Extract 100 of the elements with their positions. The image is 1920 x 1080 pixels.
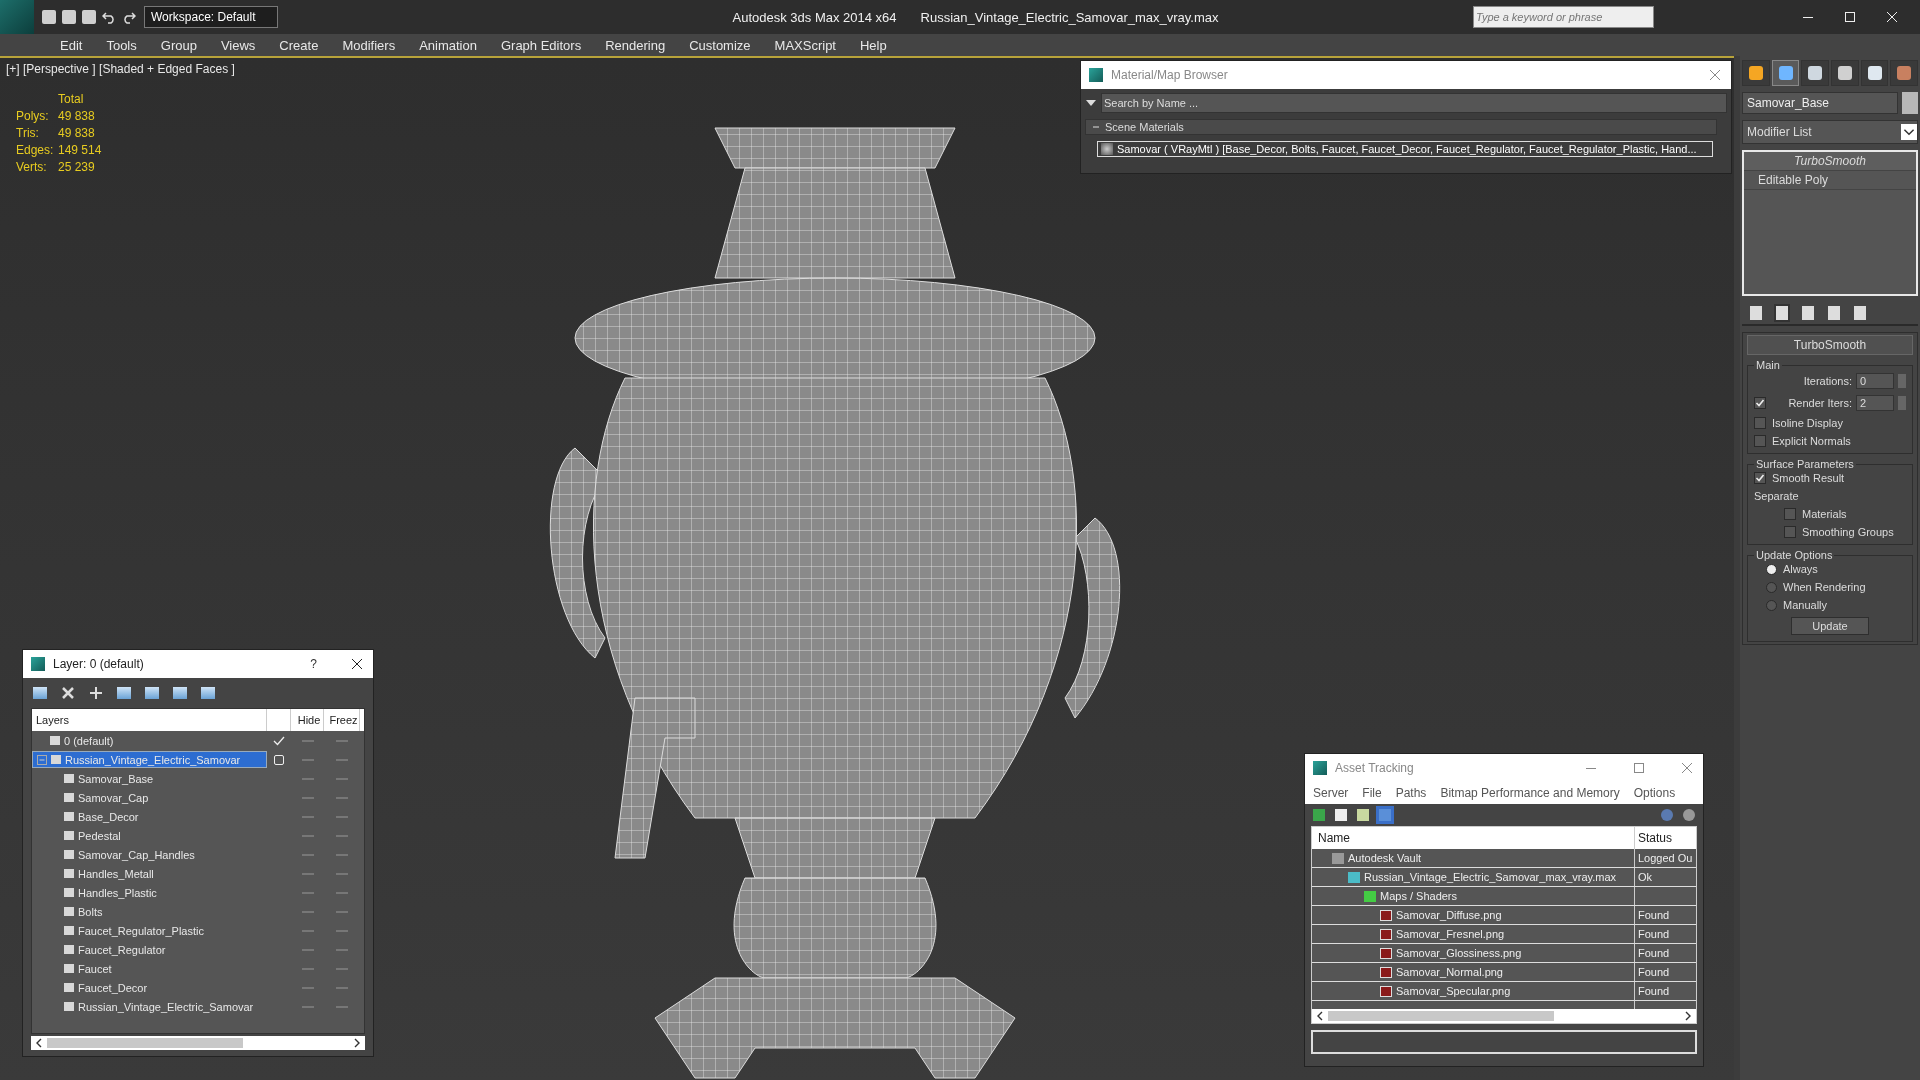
- freeze-toggle[interactable]: [336, 739, 348, 742]
- object-item[interactable]: Samovar_Cap: [32, 789, 267, 806]
- collapse-toggle-icon[interactable]: [1092, 123, 1100, 131]
- menu-item[interactable]: Group: [148, 35, 209, 55]
- checkbox[interactable]: [1754, 417, 1766, 429]
- checkbox[interactable]: [1754, 435, 1766, 447]
- material-item[interactable]: Samovar ( VRayMtl ) [Base_Decor, Bolts, Faucet, Faucet_Decor, Faucet_Regulator, Faucet_Regulator_Plastic, Hand...: [1097, 141, 1713, 157]
- object-item[interactable]: Faucet_Regulator_Plastic: [32, 922, 267, 939]
- modifier-stack-item[interactable]: Editable Poly: [1744, 171, 1916, 190]
- freeze-toggle[interactable]: [336, 986, 348, 989]
- delete-icon[interactable]: [61, 686, 75, 700]
- menu-item[interactable]: Bitmap Performance and Memory: [1440, 786, 1620, 800]
- asset-name[interactable]: Autodesk Vault: [1348, 852, 1422, 864]
- checkbox[interactable]: [1784, 526, 1796, 538]
- search-field[interactable]: Search by Name ...: [1101, 93, 1727, 113]
- asset-name[interactable]: Samovar_Diffuse.png: [1396, 909, 1502, 921]
- freeze-toggle[interactable]: [336, 1005, 348, 1008]
- asset-name[interactable]: Samovar_Normal.png: [1396, 966, 1503, 978]
- object-item[interactable]: Base_Decor: [32, 808, 267, 825]
- radio-button[interactable]: [1766, 563, 1777, 575]
- group-header[interactable]: Scene Materials: [1085, 119, 1717, 135]
- path-field[interactable]: [1311, 1030, 1697, 1054]
- hierarchy-tab[interactable]: [1801, 60, 1829, 86]
- object-item[interactable]: Bolts: [32, 903, 267, 920]
- object-item[interactable]: Faucet_Regulator: [32, 941, 267, 958]
- radio-button[interactable]: [1766, 581, 1777, 593]
- rollout-header[interactable]: TurboSmooth: [1747, 335, 1913, 355]
- redo-icon[interactable]: [122, 10, 136, 24]
- menu-item[interactable]: Views: [208, 35, 268, 55]
- checkbox[interactable]: [1784, 508, 1796, 520]
- modifier-list-dropdown[interactable]: Modifier List: [1742, 120, 1918, 144]
- hide-toggle[interactable]: [301, 891, 314, 894]
- checkbox[interactable]: [1754, 472, 1766, 484]
- hide-toggle[interactable]: [301, 796, 314, 799]
- menu-item[interactable]: Server: [1313, 786, 1349, 800]
- menu-item[interactable]: Animation: [407, 35, 489, 55]
- hide-toggle[interactable]: [301, 853, 314, 856]
- menu-item[interactable]: Help: [848, 35, 899, 55]
- freeze-toggle[interactable]: [336, 910, 348, 913]
- scroll-left-icon[interactable]: [1316, 1011, 1324, 1021]
- freeze-toggle[interactable]: [336, 815, 348, 818]
- hide-toggle[interactable]: [301, 929, 314, 932]
- freeze-toggle[interactable]: [336, 948, 348, 951]
- menu-item[interactable]: Customize: [677, 35, 763, 55]
- object-color-swatch[interactable]: [1902, 92, 1918, 114]
- hide-toggle[interactable]: [301, 815, 314, 818]
- undo-icon[interactable]: [102, 10, 116, 24]
- scroll-left-icon[interactable]: [35, 1038, 43, 1048]
- hide-toggle[interactable]: [301, 1005, 314, 1008]
- menu-item[interactable]: Rendering: [593, 35, 678, 55]
- menu-item[interactable]: File: [1362, 786, 1382, 800]
- hide-toggle[interactable]: [301, 834, 314, 837]
- object-item[interactable]: Samovar_Base: [32, 770, 267, 787]
- radio-button[interactable]: [1766, 599, 1777, 611]
- menu-item[interactable]: MAXScript: [762, 35, 848, 55]
- asset-name[interactable]: Samovar_Specular.png: [1396, 985, 1511, 997]
- checkmark-icon[interactable]: [273, 734, 285, 747]
- layer-item[interactable]: Russian_Vintage_Electric_Samovar: [32, 751, 267, 768]
- freeze-toggle[interactable]: [336, 872, 348, 875]
- scroll-right-icon[interactable]: [353, 1038, 361, 1048]
- freeze-toggle[interactable]: [336, 967, 348, 970]
- object-item[interactable]: Russian_Vintage_Electric_Samovar: [32, 998, 267, 1015]
- menu-item[interactable]: Edit: [48, 35, 95, 55]
- utilities-tab[interactable]: [1890, 60, 1919, 86]
- spinner-field[interactable]: 2: [1856, 395, 1894, 411]
- motion-tab[interactable]: [1831, 60, 1859, 86]
- column-header[interactable]: Freez: [324, 709, 360, 731]
- hide-toggle[interactable]: [301, 967, 314, 970]
- options-menu-icon[interactable]: [1085, 98, 1097, 108]
- hide-toggle[interactable]: [301, 739, 314, 742]
- object-item[interactable]: Handles_Plastic: [32, 884, 267, 901]
- freeze-toggle[interactable]: [336, 834, 348, 837]
- search-field[interactable]: Type a keyword or phrase: [1473, 6, 1654, 28]
- help-button[interactable]: ?: [310, 657, 317, 671]
- hide-toggle[interactable]: [301, 872, 314, 875]
- menu-item[interactable]: Modifiers: [330, 35, 408, 55]
- hide-toggle[interactable]: [301, 758, 314, 761]
- asset-name[interactable]: Samovar_Glossiness.png: [1396, 947, 1522, 959]
- menu-item[interactable]: Create: [267, 35, 331, 55]
- collapse-toggle-icon[interactable]: [37, 754, 47, 765]
- column-header[interactable]: Layers: [32, 709, 267, 731]
- object-item[interactable]: Pedestal: [32, 827, 267, 844]
- display-tab[interactable]: [1860, 60, 1889, 86]
- object-item[interactable]: Samovar_Cap_Handles: [32, 846, 267, 863]
- freeze-toggle[interactable]: [336, 853, 348, 856]
- menu-item[interactable]: Tools: [94, 35, 149, 55]
- current-layer-toggle[interactable]: [274, 754, 284, 765]
- viewport-label[interactable]: [+] [Perspective ] [Shaded + Edged Faces ]: [6, 62, 235, 76]
- asset-name[interactable]: Maps / Shaders: [1380, 890, 1458, 902]
- horizontal-scrollbar[interactable]: [1312, 1009, 1696, 1023]
- horizontal-scrollbar[interactable]: [31, 1036, 365, 1050]
- object-name-field[interactable]: Samovar_Base: [1742, 92, 1898, 114]
- hide-toggle[interactable]: [301, 986, 314, 989]
- modifier-stack-item[interactable]: TurboSmooth: [1744, 152, 1916, 171]
- dropdown-caret-icon[interactable]: [1901, 124, 1917, 140]
- close-icon[interactable]: [351, 658, 363, 670]
- menu-item[interactable]: Graph Editors: [488, 35, 594, 55]
- object-item[interactable]: Faucet_Decor: [32, 979, 267, 996]
- menu-item[interactable]: Options: [1633, 786, 1676, 800]
- add-icon[interactable]: [89, 686, 103, 700]
